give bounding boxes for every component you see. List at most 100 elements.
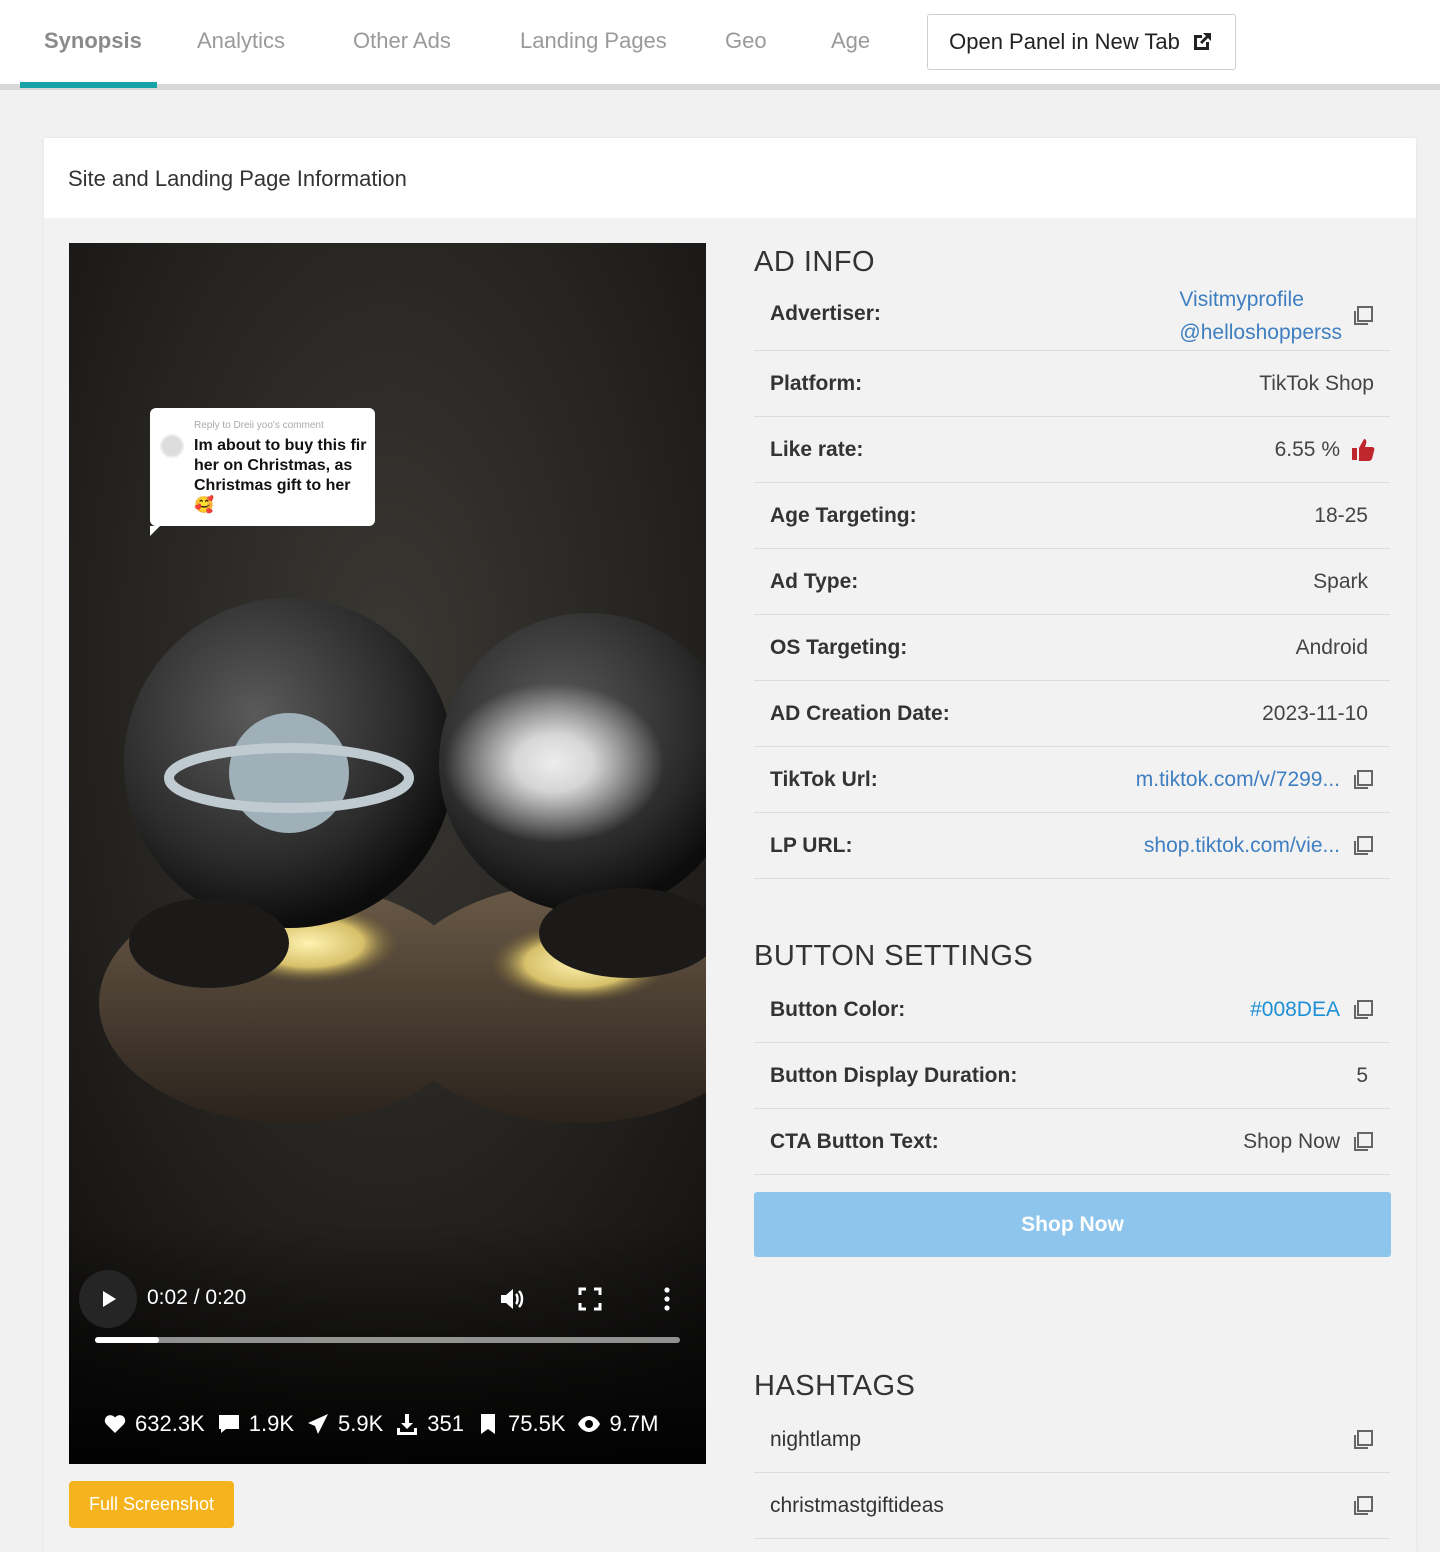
os-targeting-value: Android xyxy=(1295,635,1368,659)
hashtag-text: nightlamp xyxy=(770,1427,862,1451)
copy-icon[interactable] xyxy=(1350,1427,1376,1453)
cta-text-label: CTA Button Text: xyxy=(770,1129,939,1153)
full-screenshot-button[interactable]: Full Screenshot xyxy=(69,1481,234,1528)
hashtag-row: christmastgiftideas xyxy=(754,1473,1390,1539)
stat-views: 9.7M xyxy=(577,1411,658,1437)
volume-icon[interactable] xyxy=(498,1285,526,1313)
video-time: 0:02 / 0:20 xyxy=(147,1286,247,1309)
comment-text: Im about to buy this fir her on Christma… xyxy=(194,437,367,514)
copy-icon[interactable] xyxy=(1350,303,1376,329)
video-progress-bar[interactable] xyxy=(95,1337,680,1343)
row-button-color: Button Color: #008DEA xyxy=(754,977,1390,1043)
button-settings-title: BUTTON SETTINGS xyxy=(754,940,1034,972)
row-age-targeting: Age Targeting: 18-25 xyxy=(754,483,1390,549)
button-color-label: Button Color: xyxy=(770,997,906,1021)
row-advertiser: Advertiser: Visitmyprofile @helloshopper… xyxy=(754,277,1390,351)
external-link-icon xyxy=(1193,33,1211,50)
bookmark-icon xyxy=(480,1414,495,1434)
tab-synopsis[interactable]: Synopsis xyxy=(44,28,142,54)
stat-comments: 1.9K xyxy=(217,1411,294,1437)
like-rate-label: Like rate: xyxy=(770,437,864,461)
advertiser-name-link[interactable]: Visitmyprofile xyxy=(1179,283,1342,316)
row-ad-type: Ad Type: Spark xyxy=(754,549,1390,615)
age-targeting-value: 18-25 xyxy=(1314,503,1368,527)
video-stats: 632.3K 1.9K 5.9K 351 75.5K 9.7M xyxy=(103,1409,662,1439)
video-player[interactable]: Reply to Dreii yoo's comment Im about to… xyxy=(69,243,706,1464)
downloads-count: 351 xyxy=(427,1411,464,1436)
comment-reply-label: Reply to Dreii yoo's comment xyxy=(194,420,324,431)
copy-icon[interactable] xyxy=(1350,767,1376,793)
copy-icon[interactable] xyxy=(1350,1493,1376,1519)
tiktok-url-value-group: m.tiktok.com/v/7299... xyxy=(1136,767,1376,793)
stat-likes: 632.3K xyxy=(103,1411,205,1437)
cta-text-value-group: Shop Now xyxy=(1243,1129,1376,1155)
lp-url-link[interactable]: shop.tiktok.com/vie... xyxy=(1144,834,1340,858)
video-progress-fill xyxy=(95,1337,160,1343)
button-duration-value: 5 xyxy=(1356,1063,1368,1087)
fullscreen-icon[interactable] xyxy=(576,1285,604,1313)
comments-count: 1.9K xyxy=(248,1411,294,1436)
button-duration-label: Button Display Duration: xyxy=(770,1063,1018,1087)
comment-bubble: Reply to Dreii yoo's comment Im about to… xyxy=(150,408,375,536)
tiktok-url-label: TikTok Url: xyxy=(770,767,878,791)
stat-shares: 5.9K xyxy=(306,1411,383,1437)
active-tab-indicator xyxy=(20,82,157,88)
row-tiktok-url: TikTok Url: m.tiktok.com/v/7299... xyxy=(754,747,1390,813)
row-cta-text: CTA Button Text: Shop Now xyxy=(754,1109,1390,1175)
card-header: Site and Landing Page Information xyxy=(44,138,1416,218)
button-color-value: #008DEA xyxy=(1250,997,1340,1021)
row-button-duration: Button Display Duration: 5 xyxy=(754,1043,1390,1109)
copy-icon[interactable] xyxy=(1350,1129,1376,1155)
comment-icon xyxy=(218,1415,239,1433)
lp-url-value-group: shop.tiktok.com/vie... xyxy=(1144,833,1376,859)
stat-saves: 75.5K xyxy=(476,1411,566,1437)
advertiser-label: Advertiser: xyxy=(770,301,881,325)
button-color-value-group: #008DEA xyxy=(1250,997,1376,1023)
row-creation-date: AD Creation Date: 2023-11-10 xyxy=(754,681,1390,747)
cta-text-value: Shop Now xyxy=(1243,1129,1340,1153)
play-icon xyxy=(103,1291,116,1307)
heart-icon xyxy=(104,1415,126,1433)
tab-landing-pages[interactable]: Landing Pages xyxy=(520,28,667,54)
share-icon xyxy=(308,1414,328,1434)
cta-preview-button[interactable]: Shop Now xyxy=(754,1192,1391,1257)
likes-count: 632.3K xyxy=(135,1411,205,1436)
eye-icon xyxy=(578,1416,601,1432)
hashtag-text: christmastgiftideas xyxy=(770,1493,944,1517)
tab-geo[interactable]: Geo xyxy=(725,28,767,54)
like-rate-value: 6.55 % xyxy=(1274,437,1340,461)
row-like-rate: Like rate: 6.55 % xyxy=(754,417,1390,483)
ad-type-value: Spark xyxy=(1313,569,1368,593)
play-button[interactable] xyxy=(79,1270,137,1328)
info-card: Site and Landing Page Information Reply … xyxy=(44,138,1416,1552)
creation-date-value: 2023-11-10 xyxy=(1262,701,1368,725)
saves-count: 75.5K xyxy=(507,1411,566,1436)
creation-date-label: AD Creation Date: xyxy=(770,701,950,725)
ad-info-title: AD INFO xyxy=(754,246,876,278)
shares-count: 5.9K xyxy=(338,1411,384,1436)
copy-icon[interactable] xyxy=(1350,997,1376,1023)
tab-other-ads[interactable]: Other Ads xyxy=(353,28,451,54)
row-os-targeting: OS Targeting: Android xyxy=(754,615,1390,681)
os-targeting-label: OS Targeting: xyxy=(770,635,908,659)
views-count: 9.7M xyxy=(609,1411,659,1436)
tab-age[interactable]: Age xyxy=(831,28,870,54)
row-lp-url: LP URL: shop.tiktok.com/vie... xyxy=(754,813,1390,879)
tiktok-url-link[interactable]: m.tiktok.com/v/7299... xyxy=(1136,768,1340,792)
tab-analytics[interactable]: Analytics xyxy=(197,28,285,54)
video-controls: 0:02 / 0:20 xyxy=(69,1263,706,1383)
stat-downloads: 351 xyxy=(395,1411,464,1437)
advertiser-value: Visitmyprofile @helloshopperss xyxy=(1179,283,1376,349)
copy-icon[interactable] xyxy=(1350,833,1376,859)
platform-value: TikTok Shop xyxy=(1259,371,1374,395)
like-rate-value-group: 6.55 % xyxy=(1275,437,1376,463)
advertiser-handle-link[interactable]: @helloshopperss xyxy=(1179,316,1342,349)
ad-type-label: Ad Type: xyxy=(770,569,859,593)
open-panel-new-tab-button[interactable]: Open Panel in New Tab xyxy=(927,14,1236,70)
row-platform: Platform: TikTok Shop xyxy=(754,351,1390,417)
more-options-icon[interactable] xyxy=(653,1285,681,1313)
download-icon xyxy=(397,1414,418,1435)
tab-bar: Synopsis Analytics Other Ads Landing Pag… xyxy=(0,0,1440,90)
hashtag-row: nightlamp xyxy=(754,1407,1390,1473)
platform-label: Platform: xyxy=(770,371,863,395)
